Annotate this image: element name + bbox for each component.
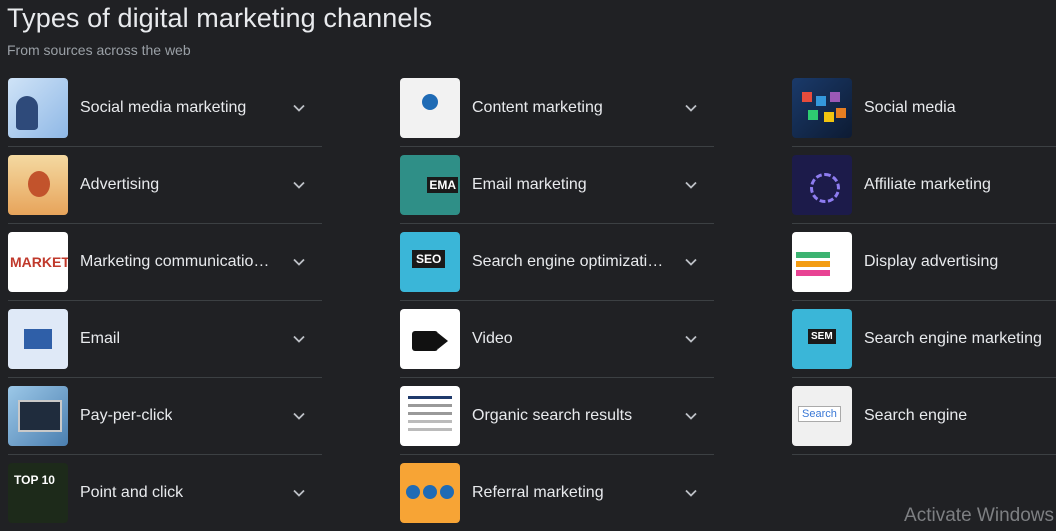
item-label: Point and click (80, 484, 184, 501)
item-label: Affiliate marketing (864, 176, 991, 193)
page-title: Types of digital marketing channels (7, 3, 433, 33)
chevron-down-icon[interactable] (292, 409, 306, 423)
chevron-down-icon[interactable] (684, 178, 698, 192)
list-item[interactable]: Search engine (792, 378, 1056, 455)
chevron-down-icon[interactable] (292, 332, 306, 346)
item-label: Email marketing (472, 176, 587, 193)
chevron-down-icon[interactable] (292, 101, 306, 115)
chevron-down-icon[interactable] (292, 178, 306, 192)
list-item[interactable]: Pay-per-click (8, 378, 322, 455)
chevron-down-icon[interactable] (684, 101, 698, 115)
item-label: Pay-per-click (80, 407, 173, 424)
list-item[interactable]: Organic search results (400, 378, 714, 455)
item-label: Search engine (864, 407, 968, 424)
page-subtitle: From sources across the web (7, 42, 191, 58)
chevron-down-icon[interactable] (292, 486, 306, 500)
video-thumbnail (400, 309, 460, 369)
sem-thumbnail (792, 309, 852, 369)
item-label: Content marketing (472, 99, 603, 116)
item-label: Advertising (80, 176, 160, 193)
list-item[interactable]: Content marketing (400, 70, 714, 147)
email-marketing-thumbnail (400, 155, 460, 215)
list-item[interactable]: Video (400, 301, 714, 378)
item-label: Email (80, 330, 121, 347)
item-label: Marketing communicatio… (80, 253, 270, 270)
point-and-click-thumbnail (8, 463, 68, 523)
list-item[interactable]: Email marketing (400, 147, 714, 224)
list-item[interactable]: Point and click (8, 455, 322, 531)
list-item[interactable]: Affiliate marketing (792, 147, 1056, 224)
chevron-down-icon[interactable] (684, 486, 698, 500)
list-item[interactable]: Referral marketing (400, 455, 714, 531)
chevron-down-icon[interactable] (292, 255, 306, 269)
list-item[interactable]: Email (8, 301, 322, 378)
advertising-thumbnail (8, 155, 68, 215)
social-media-marketing-thumbnail (8, 78, 68, 138)
list-item[interactable]: Search engine optimizati… (400, 224, 714, 301)
content-marketing-thumbnail (400, 78, 460, 138)
list-item[interactable]: Display advertising (792, 224, 1056, 301)
item-label: Display advertising (864, 253, 999, 270)
pay-per-click-thumbnail (8, 386, 68, 446)
seo-thumbnail (400, 232, 460, 292)
referral-marketing-thumbnail (400, 463, 460, 523)
item-label: Social media marketing (80, 99, 247, 116)
chevron-down-icon[interactable] (684, 409, 698, 423)
list-item[interactable]: Search engine marketing (792, 301, 1056, 378)
column-1: Social media marketing Advertising Marke… (8, 70, 322, 531)
windows-activation-watermark: Activate Windows (904, 505, 1054, 526)
list-item[interactable]: Advertising (8, 147, 322, 224)
social-media-thumbnail (792, 78, 852, 138)
item-label: Organic search results (472, 407, 633, 424)
chevron-down-icon[interactable] (684, 255, 698, 269)
list-item[interactable]: Social media marketing (8, 70, 322, 147)
search-engine-thumbnail (792, 386, 852, 446)
column-3: Social media Affiliate marketing Display… (792, 70, 1056, 455)
list-item[interactable]: Marketing communicatio… (8, 224, 322, 301)
affiliate-marketing-thumbnail (792, 155, 852, 215)
chevron-down-icon[interactable] (684, 332, 698, 346)
marketing-communications-thumbnail (8, 232, 68, 292)
organic-search-thumbnail (400, 386, 460, 446)
display-advertising-thumbnail (792, 232, 852, 292)
item-label: Social media (864, 99, 956, 116)
item-label: Referral marketing (472, 484, 604, 501)
email-thumbnail (8, 309, 68, 369)
item-label: Search engine optimizati… (472, 253, 664, 270)
list-item[interactable]: Social media (792, 70, 1056, 147)
item-label: Search engine marketing (864, 330, 1042, 347)
column-2: Content marketing Email marketing Search… (400, 70, 714, 531)
item-label: Video (472, 330, 513, 347)
